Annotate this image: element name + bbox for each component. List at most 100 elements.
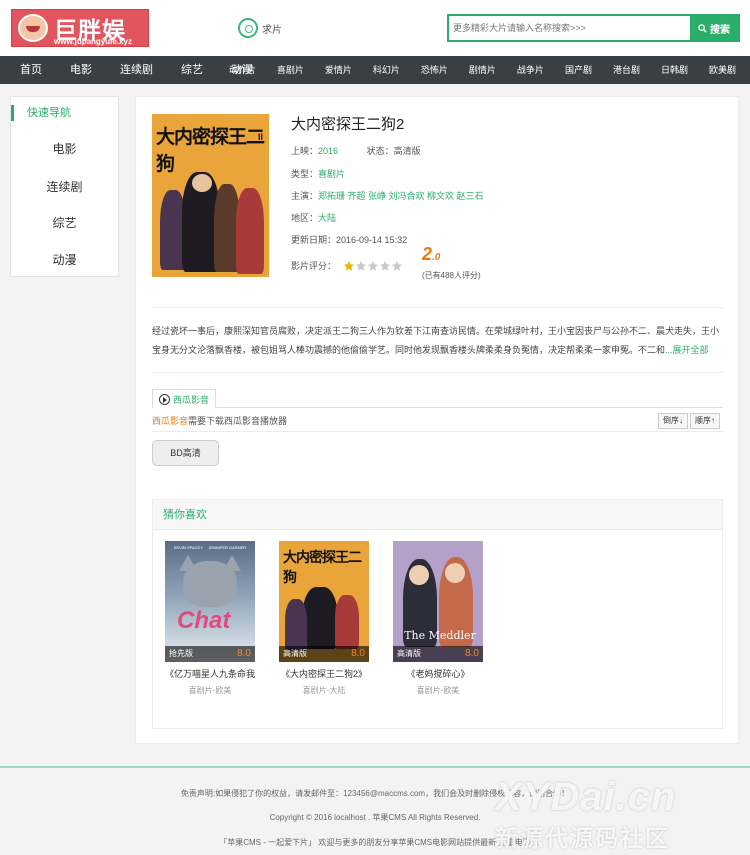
movie-description: 经过瓷坏一事后，康熙深知官员腐败，决定派王二狗三人作为钦差下江南查访民情。在荣城… xyxy=(152,322,724,360)
nav-item-series[interactable]: 连续剧 xyxy=(120,56,153,84)
site-header: 巨胖娱乐 www.jupangyule.xyz 求片 搜索 xyxy=(0,0,750,56)
nav-item-home[interactable]: 首页 xyxy=(20,56,42,84)
watermark-domain: XYDai.cn xyxy=(495,775,677,819)
nav-item-movie[interactable]: 电影 xyxy=(70,56,92,84)
player-tabs: 西瓜影音 xyxy=(152,389,723,409)
recommend-badge-bar: 抢先版 8.0 xyxy=(165,646,255,662)
nav-item-variety[interactable]: 综艺 xyxy=(181,56,203,84)
recommend-card[interactable]: The Meddler 高清版 8.0 《老妈搅碎心》 喜剧片-欧美 xyxy=(393,541,483,696)
quick-nav: 快速导航 电影 连续剧 综艺 动漫 xyxy=(10,96,119,277)
rating-row: 影片评分： xyxy=(291,259,403,274)
cat-ear xyxy=(179,555,197,571)
genre-nav: 动作片 喜剧片 爱情片 科幻片 恐怖片 剧情片 战争片 国产剧 港台剧 日韩剧 … xyxy=(208,56,736,84)
quick-nav-anime[interactable]: 动漫 xyxy=(11,251,118,268)
star-icon[interactable] xyxy=(343,260,355,272)
region-label: 地区： xyxy=(291,213,319,223)
sort-desc-button[interactable]: 倒序↓ xyxy=(658,413,688,429)
poster-suffix: II xyxy=(258,132,264,142)
release-year-link[interactable]: 2016 xyxy=(318,146,338,156)
quick-nav-movie[interactable]: 电影 xyxy=(11,140,118,157)
player-notice-text: 需要下载西瓜影音播放器 xyxy=(188,416,288,426)
nav-genre-domestic[interactable]: 国产剧 xyxy=(565,56,592,84)
recommend-badge: 抢先版 xyxy=(169,649,193,658)
poster-title: Chat xyxy=(177,607,231,634)
recommend-meta: 喜剧片-欧美 xyxy=(416,686,460,695)
recommend-badge-bar: 高清版 8.0 xyxy=(279,646,369,662)
poster-title: 大内密探王二狗 xyxy=(283,549,362,585)
quick-nav-variety[interactable]: 综艺 xyxy=(11,214,118,231)
cast-links[interactable]: 郑拓珊 齐超 张峥 刘冯合欢 柳文欢 赵三石 xyxy=(318,191,484,201)
type-label: 类型： xyxy=(291,169,319,179)
search-button[interactable]: 搜索 xyxy=(690,16,738,40)
request-movie-link[interactable]: 求片 xyxy=(238,18,282,38)
score-integer: 2 xyxy=(422,244,433,264)
recommend-title: 《亿万喵星人九条命我 xyxy=(165,669,255,679)
play-icon xyxy=(159,393,170,405)
recommend-poster: The Meddler 高清版 8.0 xyxy=(393,541,483,662)
nav-genre-war[interactable]: 战争片 xyxy=(517,56,544,84)
recommend-meta: 喜剧片-大陆 xyxy=(302,686,346,695)
star-icon[interactable] xyxy=(391,260,403,272)
poster-figure xyxy=(236,188,264,274)
updated-row: 更新日期：2016-09-14 15:32 xyxy=(291,233,407,246)
nav-genre-hktw[interactable]: 港台剧 xyxy=(613,56,640,84)
description-text: 经过瓷坏一事后，康熙深知官员腐败，决定派王二狗三人作为钦差下江南查访民情。在荣城… xyxy=(152,326,720,355)
star-icon[interactable] xyxy=(379,260,391,272)
recommend-poster: 大内密探王二狗 高清版 8.0 xyxy=(279,541,369,662)
recommend-score: 8.0 xyxy=(351,648,365,659)
recommend-badge-bar: 高清版 8.0 xyxy=(393,646,483,662)
tab-xigua-player[interactable]: 西瓜影音 xyxy=(152,389,217,409)
recommend-poster: KEVIN SPACEY JENNIFER GARNER Chat 抢先版 8.0 xyxy=(165,541,255,662)
cast-label: 主演： xyxy=(291,191,319,201)
release-label: 上映： xyxy=(291,146,319,156)
expand-link[interactable]: ...展开全部 xyxy=(665,345,709,355)
recommend-title: 猜你喜欢 xyxy=(153,500,722,530)
updated-value: 2016-09-14 15:32 xyxy=(336,235,408,245)
recommend-meta: 喜剧片-欧美 xyxy=(188,686,232,695)
recommend-score: 8.0 xyxy=(465,648,479,659)
star-icon[interactable] xyxy=(355,260,367,272)
recommend-score: 8.0 xyxy=(237,648,251,659)
nav-genre-comedy[interactable]: 喜剧片 xyxy=(277,56,304,84)
poster-figure xyxy=(303,587,337,649)
player-notice: 西瓜影音需要下载西瓜影音播放器 倒序↓ 顺序↑ xyxy=(152,410,723,432)
movie-title: 大内密探王二狗2 xyxy=(291,116,405,133)
recommend-title: 《大内密探王二狗2》 xyxy=(280,669,367,679)
nav-genre-romance[interactable]: 爱情片 xyxy=(325,56,352,84)
site-logo[interactable]: 巨胖娱乐 www.jupangyule.xyz xyxy=(11,9,149,47)
nav-genre-scifi[interactable]: 科幻片 xyxy=(373,56,400,84)
nav-genre-jpkr[interactable]: 日韩剧 xyxy=(661,56,688,84)
disc-icon xyxy=(238,18,258,38)
nav-genre-horror[interactable]: 恐怖片 xyxy=(421,56,448,84)
poster-figure xyxy=(335,595,359,649)
movie-poster: 大内密探王二狗 II xyxy=(152,114,269,277)
search-input[interactable] xyxy=(453,19,689,37)
detail-panel: 大内密探王二狗 II 大内密探王二狗2 上映：2016 状态：高清版 类型：喜剧… xyxy=(135,96,739,744)
watermark-text: 新源代源码社区 xyxy=(495,825,670,851)
nav-genre-action[interactable]: 动作片 xyxy=(229,56,256,84)
tab-label: 西瓜影音 xyxy=(173,394,210,405)
request-label: 求片 xyxy=(262,24,282,36)
divider xyxy=(152,372,723,373)
nav-genre-drama[interactable]: 剧情片 xyxy=(469,56,496,84)
region-link[interactable]: 大陆 xyxy=(318,213,336,223)
recommend-badge: 高清版 xyxy=(397,649,421,658)
nav-genre-western[interactable]: 欧美剧 xyxy=(709,56,736,84)
poster-credits: KEVIN SPACEY JENNIFER GARNER xyxy=(173,545,247,550)
status-label: 状态： xyxy=(366,146,394,156)
type-row: 类型：喜剧片 xyxy=(291,167,345,180)
quick-nav-series[interactable]: 连续剧 xyxy=(11,178,118,195)
sort-asc-button[interactable]: 顺序↑ xyxy=(690,413,720,429)
movie-info: 大内密探王二狗2 上映：2016 状态：高清版 类型：喜剧片 主演：郑拓珊 齐超… xyxy=(291,114,721,280)
divider xyxy=(152,307,723,308)
recommend-card[interactable]: KEVIN SPACEY JENNIFER GARNER Chat 抢先版 8.0… xyxy=(165,541,255,696)
logo-url: www.jupangyule.xyz xyxy=(54,37,132,46)
search-box: 搜索 xyxy=(447,14,740,42)
release-row: 上映：2016 状态：高清版 xyxy=(291,144,421,157)
episode-button[interactable]: BD高清 xyxy=(152,440,219,466)
player-download-link[interactable]: 西瓜影音 xyxy=(152,416,188,426)
rating-stars[interactable] xyxy=(343,260,403,274)
type-link[interactable]: 喜剧片 xyxy=(318,169,345,179)
star-icon[interactable] xyxy=(367,260,379,272)
recommend-card[interactable]: 大内密探王二狗 高清版 8.0 《大内密探王二狗2》 喜剧片-大陆 xyxy=(279,541,369,696)
